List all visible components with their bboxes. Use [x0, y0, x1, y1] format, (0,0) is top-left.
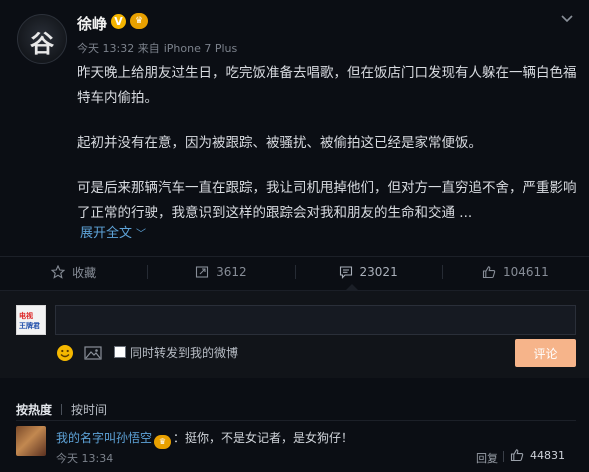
submit-comment-button[interactable]: 评论	[515, 339, 576, 367]
expand-label: 展开全文	[80, 226, 133, 241]
comment-item: 我的名字叫孙悟空 ♛ ：挺你，不是女记者，是女狗仔！	[56, 429, 353, 449]
tab-by-hot[interactable]: 按热度	[16, 403, 52, 417]
repost-icon	[196, 266, 209, 278]
chevron-down-icon: ﹀	[136, 229, 147, 240]
avatar-text-1: 电视	[19, 312, 33, 320]
my-avatar[interactable]: 电视 王牌君	[16, 305, 46, 335]
like-count: 104611	[502, 265, 549, 279]
avatar-text-2: 王牌君	[19, 322, 40, 330]
favorite-label: 收藏	[72, 265, 97, 280]
comment-like-button[interactable]: 44831	[510, 448, 565, 462]
chevron-down-icon[interactable]	[560, 14, 574, 24]
comment-icon	[339, 266, 352, 279]
member-crown-icon: ♛	[154, 435, 172, 449]
author-avatar[interactable]: 谷	[17, 14, 67, 64]
repost-checkbox[interactable]	[114, 346, 126, 358]
member-crown-icon: ♛	[130, 13, 148, 29]
emoji-icon[interactable]	[56, 344, 74, 362]
post-paragraph: 可是后来那辆汽车一直在跟踪，我让司机甩掉他们，但对方一直穷追不舍，严重影响了正常…	[77, 180, 577, 221]
comment-count: 23021	[359, 265, 398, 279]
comment-sort-tabs: 按热度 按时间	[16, 401, 107, 418]
post-paragraph: 起初并没有在意，因为被跟踪、被骚扰、被偷拍这已经是家常便饭。	[77, 135, 482, 151]
comment-text: ：挺你，不是女记者，是女狗仔！	[173, 431, 354, 445]
like-button[interactable]: 104611	[441, 259, 589, 285]
verified-badge-icon: V	[111, 14, 126, 29]
post-device[interactable]: iPhone 7 Plus	[164, 42, 238, 55]
favorite-button[interactable]: 收藏	[0, 259, 147, 285]
divider	[503, 451, 504, 462]
post-timestamp[interactable]: 今天 13:32	[77, 42, 134, 55]
repost-button[interactable]: 3612	[147, 259, 294, 285]
repost-count: 3612	[216, 265, 247, 279]
post-source-prefix: 来自	[137, 42, 160, 55]
star-icon	[51, 265, 66, 279]
divider	[61, 404, 63, 415]
comment-button[interactable]: 23021	[294, 259, 442, 285]
post-body: 昨天晚上给朋友过生日，吃完饭准备去唱歌，但在饭店门口发现有人躲在一辆白色福特车内…	[77, 61, 577, 246]
weibo-post-card: 谷 徐峥 V ♛ 今天 13:32 来自 iPhone 7 Plus 昨天晚上给朋…	[0, 0, 589, 472]
divider	[16, 420, 576, 421]
comment-composer: 电视 王牌君 同时转发到我的微博 评论	[0, 290, 589, 378]
comment-timestamp: 今天 13:34	[56, 452, 114, 465]
post-meta: 今天 13:32 来自 iPhone 7 Plus	[77, 40, 237, 56]
image-icon[interactable]	[84, 346, 102, 360]
thumbs-up-icon	[510, 449, 524, 462]
thumbs-up-icon	[482, 266, 496, 279]
comment-like-count: 44831	[530, 448, 565, 462]
post-paragraph: 昨天晚上给朋友过生日，吃完饭准备去唱歌，但在饭店门口发现有人躲在一辆白色福特车内…	[77, 65, 577, 106]
author-name[interactable]: 徐峥	[77, 13, 107, 34]
reply-button[interactable]: 回复	[476, 450, 498, 466]
commenter-avatar[interactable]	[16, 426, 46, 456]
avatar-glyph: 谷	[30, 30, 54, 58]
repost-checkbox-label[interactable]: 同时转发到我的微博	[130, 344, 238, 361]
expand-full-text-link[interactable]: 展开全文 ﹀	[80, 222, 146, 241]
comment-input[interactable]	[55, 305, 576, 335]
tab-by-time[interactable]: 按时间	[71, 403, 107, 417]
commenter-name[interactable]: 我的名字叫孙悟空	[56, 431, 152, 445]
action-bar: 收藏 3612 23021 104611	[0, 256, 589, 284]
